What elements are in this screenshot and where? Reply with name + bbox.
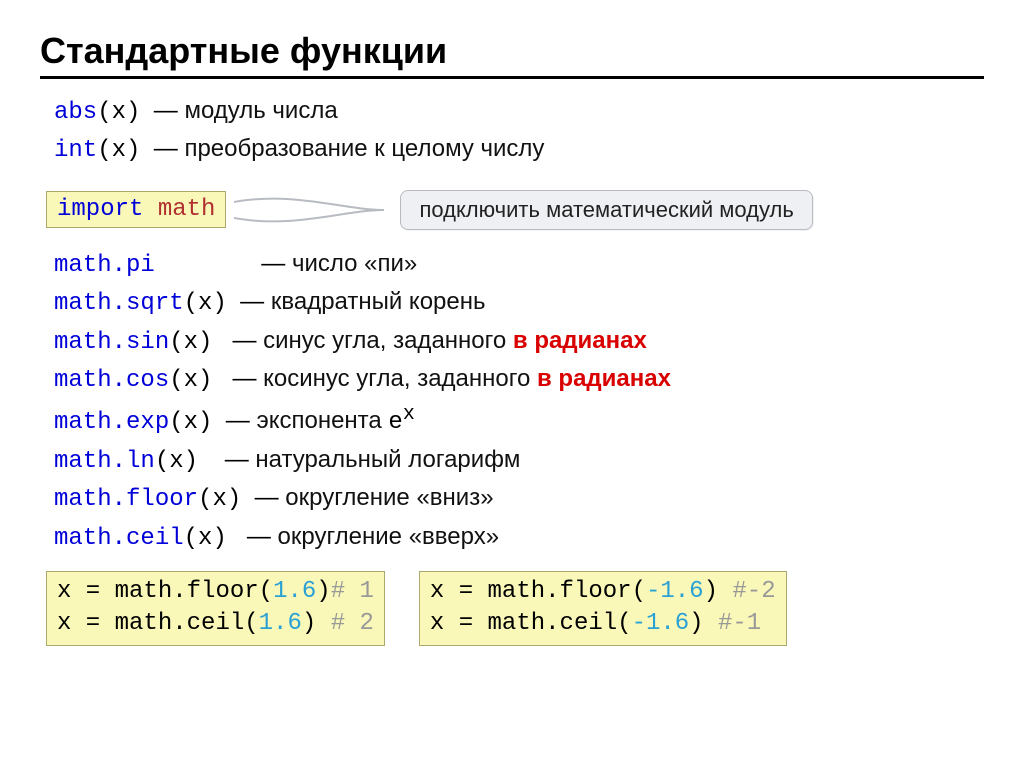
example-box: x = math.floor(-1.6) #-2 x = math.ceil(-… <box>419 571 787 646</box>
examples-row: x = math.floor(1.6)# 1 x = math.ceil(1.6… <box>46 571 984 646</box>
math-fn-desc: округление «вверх» <box>278 523 500 550</box>
example-box: x = math.floor(1.6)# 1 x = math.ceil(1.6… <box>46 571 385 646</box>
math-fn-desc: округление «вниз» <box>285 484 493 511</box>
fn-arg: x <box>112 137 126 164</box>
math-fn: math.exp <box>54 409 169 436</box>
math-fn-row: math.sin(x) — синус угла, заданного в ра… <box>54 325 984 359</box>
callout-bubble: подключить математический модуль <box>400 190 812 230</box>
math-fn: math.sqrt <box>54 290 184 317</box>
math-fn-desc: косинус угла, заданного <box>263 365 537 392</box>
import-box: import math <box>46 191 226 228</box>
math-fn-desc: синус угла, заданного <box>263 327 513 354</box>
callout-pointer-icon <box>234 186 384 234</box>
slide-title: Стандартные функции <box>40 30 984 79</box>
math-fn-row: math.sqrt(x) — квадратный корень <box>54 286 984 320</box>
example-line: x = math.floor(-1.6) #-2 <box>430 576 776 608</box>
math-fn-row: math.ln(x) — натуральный логарифм <box>54 444 984 478</box>
math-fn-desc: квадратный корень <box>271 288 486 315</box>
example-line: x = math.ceil(-1.6) #-1 <box>430 608 776 640</box>
emph: в радианах <box>537 365 671 392</box>
math-fn-row: math.pi (x) — число «пи» <box>54 248 984 282</box>
fn-desc: модуль числа <box>184 97 337 124</box>
math-fn: math.cos <box>54 367 169 394</box>
math-fn: math.pi <box>54 252 155 279</box>
math-fn: math.sin <box>54 329 169 356</box>
math-fn-row: math.cos(x) — косинус угла, заданного в … <box>54 363 984 397</box>
math-fn: math.ln <box>54 448 155 475</box>
fn-arg: x <box>112 99 126 126</box>
import-module: math <box>158 196 216 223</box>
math-fn-desc: число «пи» <box>292 250 417 277</box>
math-fn-desc: натуральный логарифм <box>255 446 520 473</box>
fn-row: abs(x) — модуль числа <box>54 95 984 129</box>
emph: в радианах <box>513 327 647 354</box>
fn-row: int(x) — преобразование к целому числу <box>54 133 984 167</box>
example-line: x = math.ceil(1.6) # 2 <box>57 608 374 640</box>
fn-name: int <box>54 137 97 164</box>
math-fn-row: math.floor(x) — округление «вниз» <box>54 482 984 516</box>
math-fn: math.floor <box>54 486 198 513</box>
exp-symbol: ex <box>388 409 414 436</box>
fn-desc: преобразование к целому числу <box>184 135 544 162</box>
math-fn-desc: экспонента <box>256 407 388 434</box>
import-callout-group: import math подключить математический мо… <box>46 186 984 234</box>
callout-text: подключить математический модуль <box>419 197 793 222</box>
import-keyword: import <box>57 196 143 223</box>
fn-name: abs <box>54 99 97 126</box>
math-fn-row: math.ceil(x) — округление «вверх» <box>54 521 984 555</box>
math-fn-row: math.exp(x) — экспонента ex <box>54 401 984 439</box>
math-fn: math.ceil <box>54 525 184 552</box>
example-line: x = math.floor(1.6)# 1 <box>57 576 374 608</box>
